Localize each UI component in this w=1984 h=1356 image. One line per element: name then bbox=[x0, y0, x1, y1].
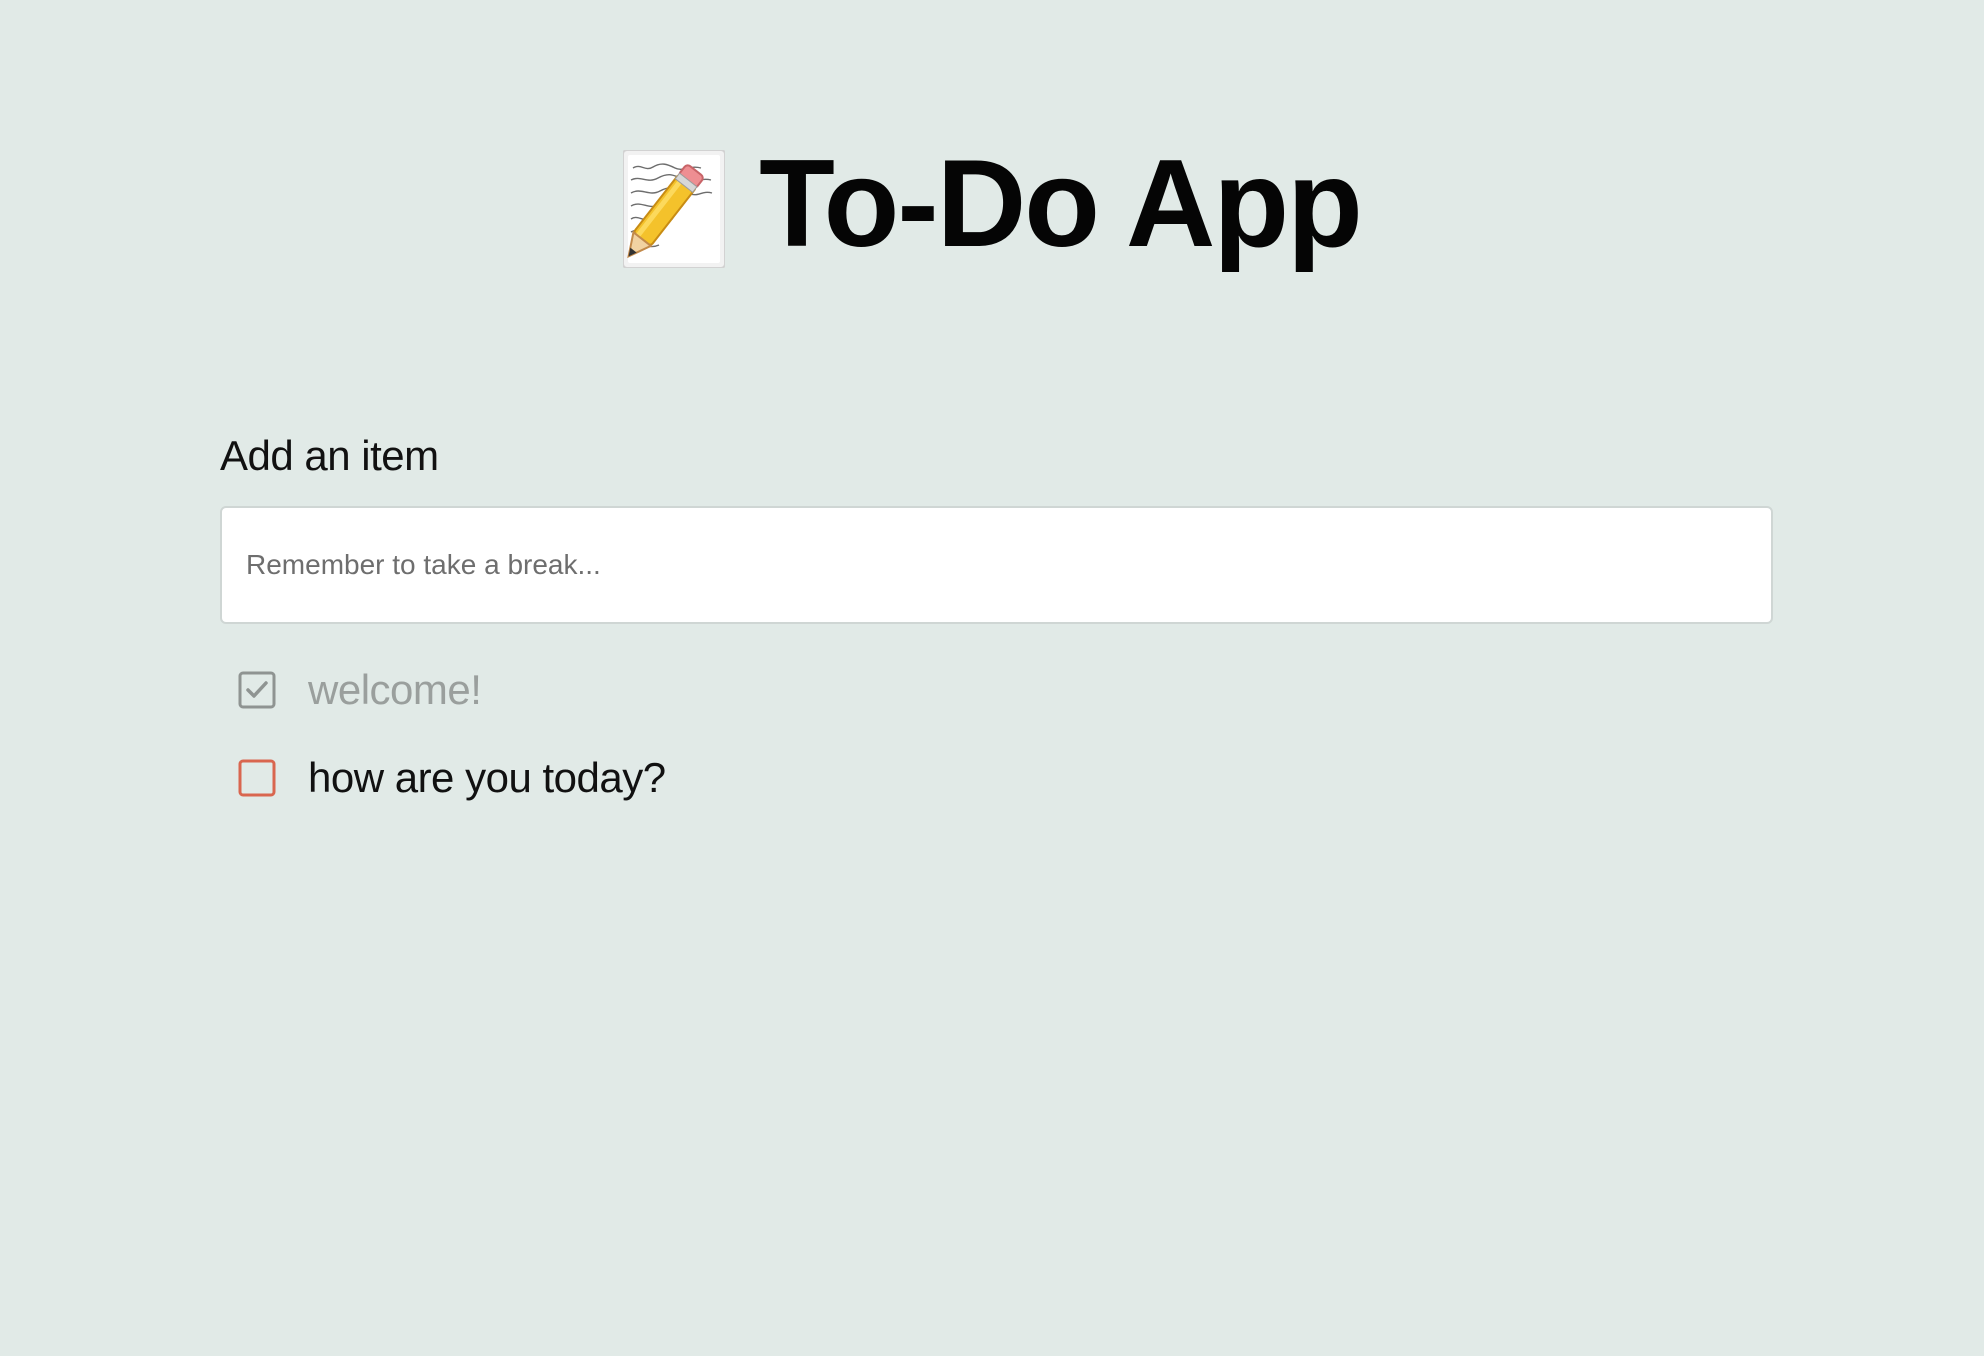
todo-item-text: how are you today? bbox=[308, 754, 666, 801]
todo-item-text: welcome! bbox=[308, 666, 482, 713]
new-item-input[interactable] bbox=[220, 506, 1773, 624]
memo-pencil-icon bbox=[622, 149, 727, 269]
todo-app: To-Do App Add an item welcome! how are y… bbox=[0, 0, 1984, 1356]
todo-item: welcome! bbox=[238, 660, 666, 720]
checked-checkbox[interactable] bbox=[238, 671, 276, 709]
add-item-form: Add an item bbox=[220, 432, 1773, 624]
unchecked-checkbox[interactable] bbox=[238, 759, 276, 797]
add-item-label: Add an item bbox=[220, 432, 439, 479]
todo-item: how are you today? bbox=[238, 748, 666, 808]
page-header: To-Do App bbox=[0, 135, 1984, 273]
todo-list: welcome! how are you today? bbox=[238, 660, 666, 836]
page-title: To-Do App bbox=[759, 135, 1363, 273]
